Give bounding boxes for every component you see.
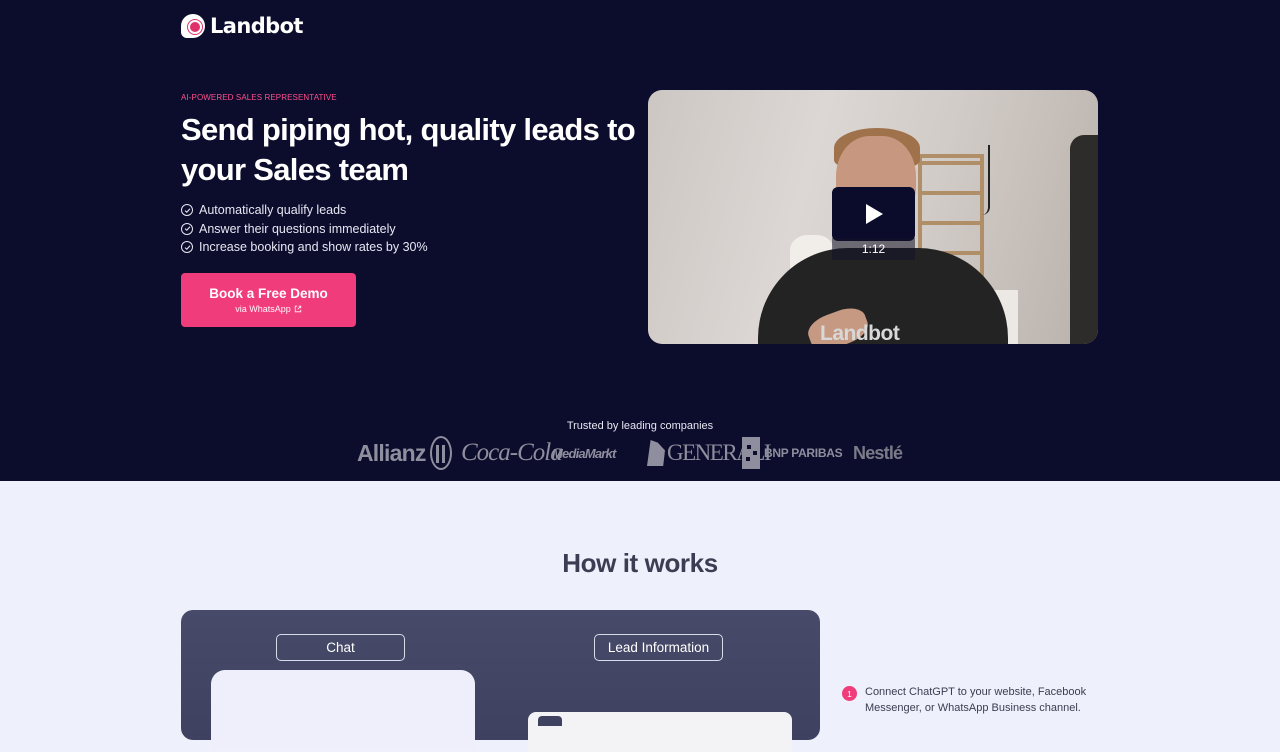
tab-chat[interactable]: Chat [276,634,405,661]
video-shirt-text: Landbot [820,322,900,344]
feature-item: Answer their questions immediately [181,220,428,239]
play-button[interactable] [832,187,915,241]
hero-eyebrow: AI-POWERED SALES REPRESENTATIVE [181,93,337,102]
trusted-label: Trusted by leading companies [566,420,714,432]
feature-list: Automatically qualify leads Answer their… [181,201,428,257]
coca-cola-logo: Coca-Cola [461,434,563,472]
hero-section: Landbot AI-POWERED SALES REPRESENTATIVE … [0,0,1280,481]
video-player[interactable]: Landbot 1:12 [648,90,1098,344]
landbot-logo[interactable]: Landbot [181,14,303,38]
book-demo-sublabel: via WhatsApp [235,304,302,314]
company-logos: Allianz Coca-Cola MediaMarkt GENERALI BN… [357,434,917,472]
lion-icon [647,440,665,466]
video-duration: 1:12 [832,238,915,260]
hero-headline: Send piping hot, quality leads to your S… [181,112,636,187]
feature-item: Increase booking and show rates by 30% [181,238,428,257]
feature-item: Automatically qualify leads [181,201,428,220]
whatsapp-label: via WhatsApp [235,304,291,314]
landbot-logo-icon [181,14,205,38]
book-demo-button[interactable]: Book a Free Demo via WhatsApp [181,273,356,327]
bnp-stars-icon [742,437,760,469]
video-scene-cord [980,145,990,215]
play-icon [865,204,883,224]
lead-info-card [528,712,792,752]
feature-text: Increase booking and show rates by 30% [199,240,428,255]
allianz-mark-icon [429,436,452,470]
how-it-works-title: How it works [562,548,718,578]
nestle-text: Nestlé [853,442,903,463]
external-link-icon [294,305,302,313]
bnp-paribas-logo: BNP PARIBAS [742,434,843,472]
step-item: 1 Connect ChatGPT to your website, Faceb… [842,684,1105,716]
feature-text: Automatically qualify leads [199,203,347,218]
chat-preview-card [211,670,475,750]
video-scene-coat [1070,135,1098,344]
check-circle-icon [181,204,193,217]
nestle-logo: Nestlé [853,434,903,472]
step-text: Connect ChatGPT to your website, Faceboo… [865,686,1087,714]
allianz-logo: Allianz [357,434,452,472]
tab-lead-information[interactable]: Lead Information [594,634,723,661]
allianz-text: Allianz [357,439,426,466]
step-number-badge: 1 [842,686,857,701]
feature-text: Answer their questions immediately [199,221,396,236]
coca-cola-text: Coca-Cola [461,439,563,466]
book-demo-label: Book a Free Demo [209,286,328,301]
logo-text: Landbot [210,14,303,38]
check-circle-icon [181,222,193,235]
mediamarkt-text: MediaMarkt [552,445,616,461]
demo-panel: Chat Lead Information [181,610,820,752]
bnp-paribas-text: BNP PARIBAS [764,446,843,460]
mediamarkt-logo: MediaMarkt [552,434,616,472]
check-circle-icon [181,241,193,254]
